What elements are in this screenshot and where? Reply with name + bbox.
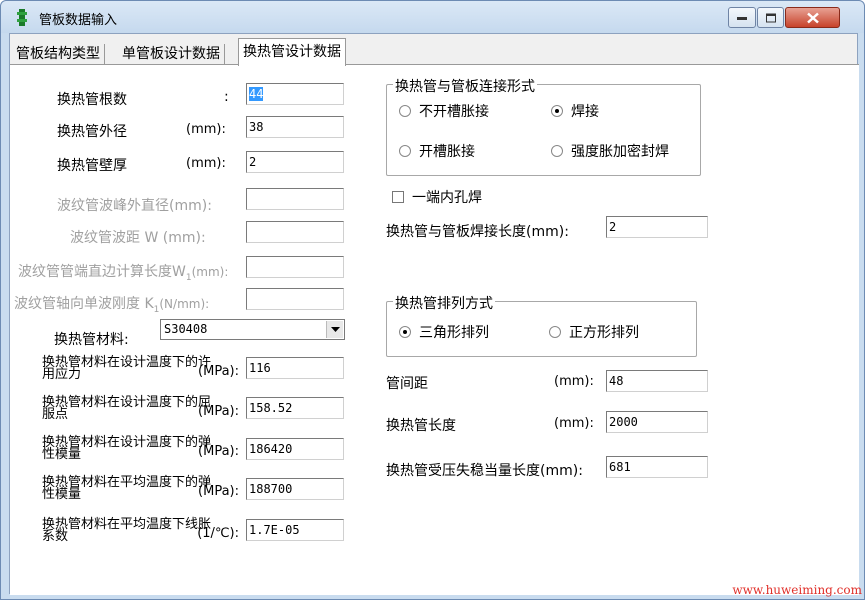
pitch-label: 管间距 [386, 376, 428, 392]
inner-hole-weld-checkbox[interactable]: 一端内孔焊 [392, 187, 482, 207]
modulus-average-input[interactable]: 188700 [246, 478, 344, 500]
connection-group-title: 换热管与管板连接形式 [393, 76, 537, 96]
tab-page: 换热管根数 : 44 换热管外径 (mm): 38 换热管壁厚 (mm): 2 … [10, 64, 859, 595]
bellow-pitch-label: 波纹管波距 W (mm): [70, 230, 206, 246]
checkbox-unchecked-icon [392, 191, 404, 203]
tab-single-tubesheet-data[interactable]: 单管板设计数据 [118, 44, 225, 65]
radio-square-arrangement[interactable]: 正方形排列 [549, 322, 639, 342]
bellow-od-input[interactable] [246, 188, 344, 210]
material-label: 换热管材料: [54, 332, 129, 348]
material-select[interactable]: S30408 [160, 319, 345, 340]
tube-od-input[interactable]: 38 [246, 116, 344, 138]
window-title: 管板数据输入 [39, 13, 118, 28]
watermark: www.huweiming.com [732, 583, 862, 597]
radio-selected-icon [399, 326, 411, 338]
expansion-coef-label: 换热管材料在平均温度下线胀 系数 (1/℃): [42, 517, 239, 544]
dropdown-arrow-icon[interactable] [326, 321, 343, 338]
bellow-end-length-input[interactable] [246, 256, 344, 278]
radio-welding[interactable]: 焊接 [551, 101, 599, 121]
weld-length-label: 换热管与管板焊接长度(mm): [386, 224, 569, 240]
weld-length-input[interactable]: 2 [606, 216, 708, 238]
bellow-od-label: 波纹管波峰外直径(mm): [57, 198, 212, 214]
radio-selected-icon [551, 105, 563, 117]
tube-length-unit: (mm): [554, 416, 594, 431]
minimize-icon [737, 16, 747, 20]
radio-unselected-icon [549, 326, 561, 338]
app-icon [17, 9, 27, 26]
modulus-average-label: 换热管材料在平均温度下的弹 性模量 (MPa): [42, 475, 239, 502]
yield-point-label: 换热管材料在设计温度下的屈 服点 (MPa): [42, 395, 239, 422]
buckling-length-input[interactable]: 681 [606, 456, 708, 478]
bellow-end-length-label: 波纹管管端直边计算长度W1(mm): [18, 264, 229, 283]
bellow-stiffness-input[interactable] [246, 288, 344, 310]
bellow-stiffness-label: 波纹管轴向单波刚度 K1(N/mm): [14, 296, 210, 315]
expansion-coef-input[interactable]: 1.7E-05 [246, 519, 344, 541]
maximize-button[interactable] [757, 7, 784, 28]
arrangement-group: 换热管排列方式 三角形排列 正方形排列 [386, 293, 697, 357]
app-window: 管板数据输入 管板结构类型 单管板设计数据 换热管设计数据 换热管根数 : 44… [0, 0, 865, 600]
tube-thickness-unit: (mm): [186, 156, 226, 171]
tab-tubesheet-structure[interactable]: 管板结构类型 [12, 44, 105, 65]
tube-count-colon: : [224, 89, 229, 105]
allow-stress-label: 换热管材料在设计温度下的许 用应力 (MPa): [42, 355, 239, 382]
close-icon [806, 12, 819, 23]
radio-strength-expansion-seal-weld[interactable]: 强度胀加密封焊 [551, 141, 669, 161]
yield-point-input[interactable]: 158.52 [246, 397, 344, 419]
client-area: 管板结构类型 单管板设计数据 换热管设计数据 换热管根数 : 44 换热管外径 … [9, 33, 859, 595]
modulus-design-label: 换热管材料在设计温度下的弹 性模量 (MPa): [42, 435, 239, 462]
pitch-input[interactable]: 48 [606, 370, 708, 392]
tube-thickness-input[interactable]: 2 [246, 151, 344, 173]
radio-unselected-icon [399, 145, 411, 157]
title-bar[interactable]: 管板数据输入 [1, 1, 864, 33]
maximize-icon [765, 13, 776, 22]
radio-triangle-arrangement[interactable]: 三角形排列 [399, 322, 489, 342]
tube-length-input[interactable]: 2000 [606, 411, 708, 433]
tube-od-unit: (mm): [186, 122, 226, 137]
modulus-design-input[interactable]: 186420 [246, 438, 344, 460]
tube-od-label: 换热管外径 [57, 124, 127, 140]
allow-stress-input[interactable]: 116 [246, 357, 344, 379]
tube-count-input[interactable]: 44 [246, 83, 344, 105]
radio-no-groove-expansion[interactable]: 不开槽胀接 [399, 101, 489, 121]
radio-groove-expansion[interactable]: 开槽胀接 [399, 141, 475, 161]
tube-thickness-label: 换热管壁厚 [57, 158, 127, 174]
radio-unselected-icon [551, 145, 563, 157]
bellow-pitch-input[interactable] [246, 221, 344, 243]
minimize-button[interactable] [728, 7, 756, 28]
tube-count-label: 换热管根数 [57, 92, 127, 108]
close-button[interactable] [785, 7, 840, 28]
tube-length-label: 换热管长度 [386, 418, 456, 434]
connection-group: 换热管与管板连接形式 不开槽胀接 焊接 开槽胀接 强度胀加密封焊 [386, 76, 701, 176]
radio-unselected-icon [399, 105, 411, 117]
pitch-unit: (mm): [554, 374, 594, 389]
arrangement-group-title: 换热管排列方式 [393, 293, 495, 313]
tab-tube-design-data[interactable]: 换热管设计数据 [238, 38, 346, 66]
buckling-length-label: 换热管受压失稳当量长度(mm): [386, 463, 583, 479]
